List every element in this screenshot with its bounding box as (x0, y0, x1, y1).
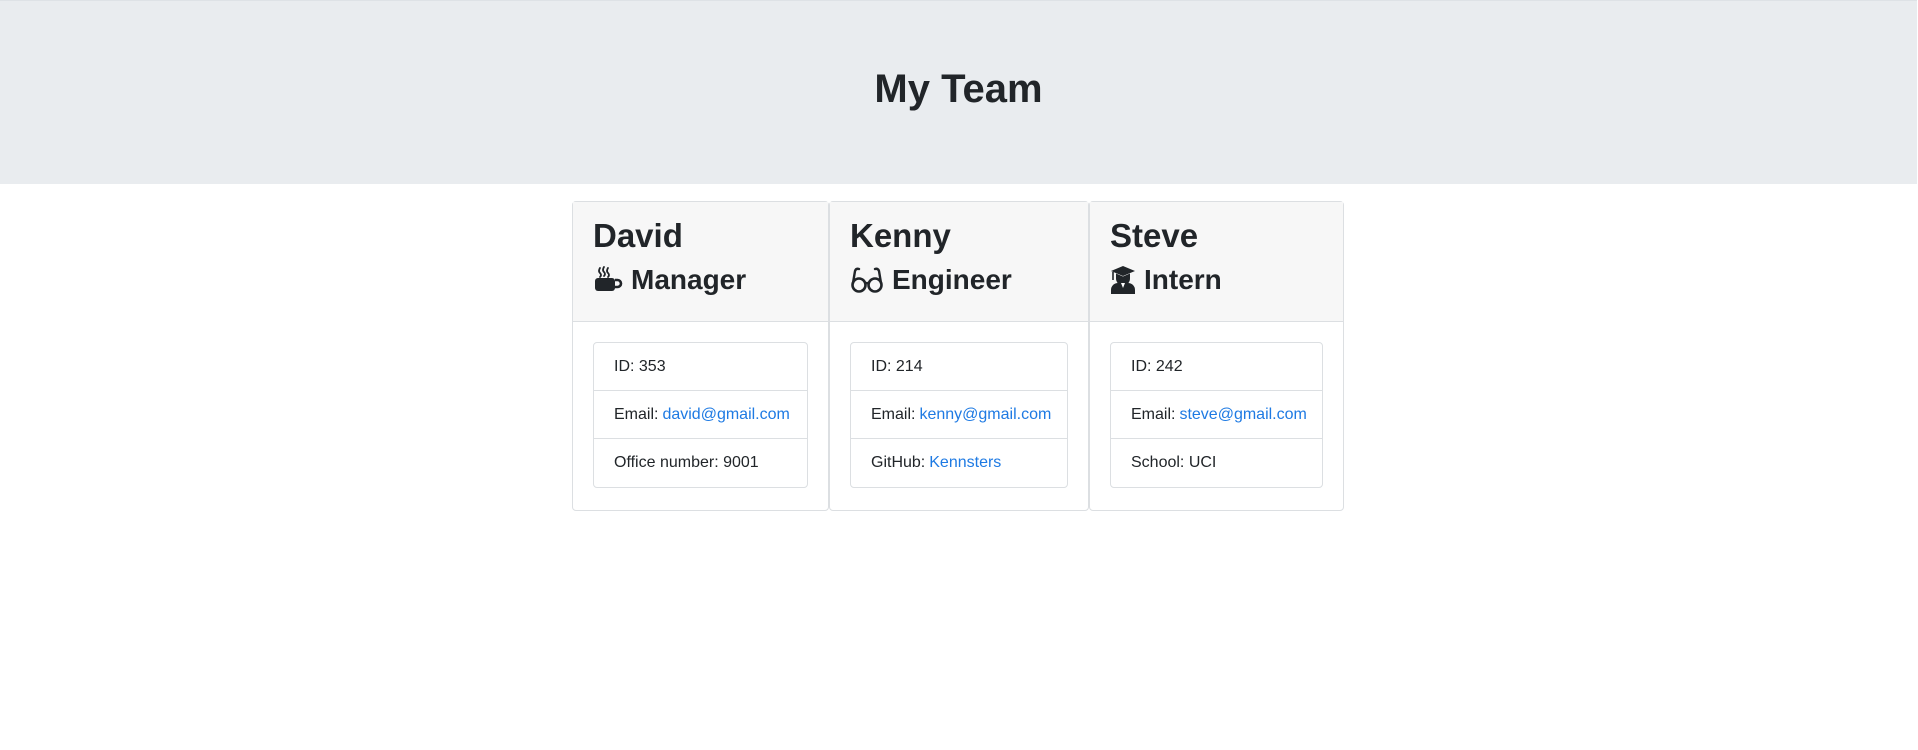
email-link[interactable]: steve@gmail.com (1179, 406, 1306, 424)
role-label: Manager (631, 264, 747, 295)
employee-details: ID: 242 Email: steve@gmail.com School: U… (1110, 342, 1323, 488)
employee-details: ID: 353 Email: david@gmail.com Office nu… (593, 342, 808, 488)
employee-name: Kenny (850, 217, 951, 254)
email-label: Email: (614, 405, 659, 423)
role-label: Engineer (892, 264, 1012, 295)
employee-role: Manager (593, 262, 808, 298)
card-header: Kenny Engineer (830, 202, 1088, 322)
employee-email: Email: steve@gmail.com (1111, 391, 1322, 439)
graduate-icon (1110, 265, 1136, 295)
github-label: GitHub: (871, 454, 926, 471)
team-cards: David Manager ID: 353 Email: david@gmail… (572, 201, 1344, 511)
employee-name: David (593, 217, 683, 254)
card-header: Steve Intern (1090, 202, 1343, 322)
employee-id: ID: 242 (1111, 343, 1322, 391)
employee-card-manager: David Manager ID: 353 Email: david@gmail… (572, 201, 829, 511)
employee-card-intern: Steve Intern ID: 242 Email: steve@gmail.… (1089, 201, 1344, 511)
employee-card-engineer: Kenny Engineer ID: 214 Email: kenny@gmai… (829, 201, 1089, 511)
employee-details: ID: 214 Email: kenny@gmail.com GitHub: K… (850, 342, 1068, 488)
role-label: Intern (1144, 264, 1222, 295)
email-link[interactable]: kenny@gmail.com (919, 406, 1051, 424)
office-number-text: Office number: 9001 (614, 454, 759, 471)
employee-name: Steve (1110, 217, 1199, 254)
page-title: My Team (874, 67, 1043, 111)
github: GitHub: Kennsters (851, 439, 1067, 487)
id-text: ID: 353 (614, 357, 666, 375)
card-body: ID: 242 Email: steve@gmail.com School: U… (1090, 322, 1343, 508)
email-label: Email: (1131, 405, 1176, 423)
office-number: Office number: 9001 (594, 439, 807, 487)
github-link[interactable]: Kennsters (929, 454, 1001, 472)
school-text: School: UCI (1131, 454, 1217, 471)
employee-role: Intern (1110, 262, 1323, 298)
employee-id: ID: 353 (594, 343, 807, 391)
employee-role: Engineer (850, 262, 1068, 298)
employee-email: Email: david@gmail.com (594, 391, 807, 439)
employee-email: Email: kenny@gmail.com (851, 391, 1067, 439)
card-body: ID: 353 Email: david@gmail.com Office nu… (573, 322, 828, 508)
glasses-icon (850, 265, 884, 295)
id-text: ID: 242 (1131, 357, 1183, 375)
school: School: UCI (1111, 439, 1322, 487)
email-label: Email: (871, 405, 916, 423)
id-text: ID: 214 (871, 357, 923, 375)
card-header: David Manager (573, 202, 828, 322)
coffee-icon (593, 265, 623, 295)
email-link[interactable]: david@gmail.com (662, 406, 789, 424)
page-header: My Team (0, 0, 1917, 184)
employee-id: ID: 214 (851, 343, 1067, 391)
card-body: ID: 214 Email: kenny@gmail.com GitHub: K… (830, 322, 1088, 508)
